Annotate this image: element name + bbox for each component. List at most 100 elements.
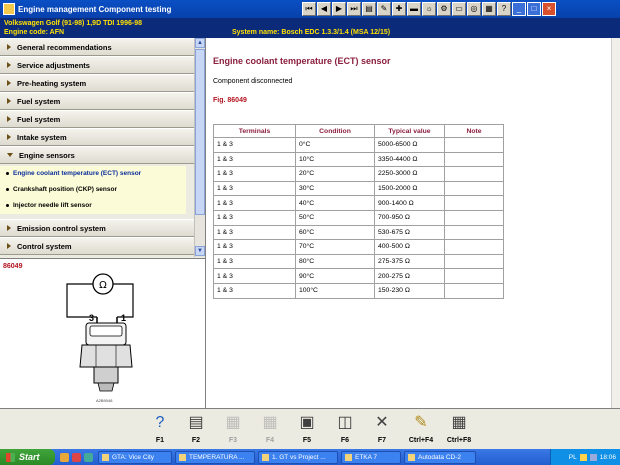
pin-3-label: 3 <box>89 313 94 323</box>
last-icon[interactable]: ⏭ <box>347 2 361 16</box>
scroll-down-icon[interactable]: ▼ <box>195 246 205 256</box>
collapsed-arrow-icon <box>7 134 11 140</box>
cell-condition: 20°C <box>295 166 375 182</box>
table-row: 1 & 3 90°C 200-275 Ω <box>213 268 504 284</box>
book-icon[interactable]: ▤ <box>362 2 376 16</box>
fkey-f7-button[interactable]: ✕ F7 <box>364 411 400 449</box>
fkey-f4-button[interactable]: ▦ F4 <box>252 411 288 449</box>
navigation-scrollbar[interactable]: ▲ ▼ <box>194 38 205 257</box>
system-tray: PL 18:06 <box>550 449 620 465</box>
submenu-item[interactable]: Injector needle lift sensor <box>6 202 92 209</box>
menu-item-emission-control-system[interactable]: Emission control system <box>0 219 194 237</box>
windows-logo-icon <box>6 452 15 462</box>
desktop-icon[interactable] <box>84 452 93 462</box>
menu-item-intake-system[interactable]: Intake system <box>0 128 194 146</box>
content-scrollbar[interactable] <box>611 38 620 408</box>
first-icon[interactable]: ⏮ <box>302 2 316 16</box>
submenu-item[interactable]: Engine coolant temperature (ECT) sensor <box>6 170 141 177</box>
car-icon[interactable]: ▬ <box>407 2 421 16</box>
taskbar-button[interactable]: TEMPERATURA ... <box>175 450 255 464</box>
fkey-ctrl-f8-button[interactable]: ▦ Ctrl+F8 <box>441 411 477 449</box>
fkey-f5-button[interactable]: ▣ F5 <box>289 411 325 449</box>
top-toolbar: ⏮ ◀ ▶ ⏭ ▤ ✎ ✚ ▬ ☼ ⚙ ▭ ◎ ▦? _ □ × <box>302 2 556 16</box>
menu-item-pre-heating-system[interactable]: Pre-heating system <box>0 74 194 92</box>
language-indicator[interactable]: PL <box>569 454 577 461</box>
title-bar: Engine management Component testing ⏮ ◀ ▶ ⏭… <box>0 0 620 18</box>
battery-icon[interactable]: ▭ <box>452 2 466 16</box>
taskbar-button[interactable]: 1. GT vs Project ... <box>258 450 338 464</box>
start-button[interactable]: Start <box>0 449 55 465</box>
collapsed-arrow-icon <box>7 225 11 231</box>
tyre-icon[interactable]: ◎ <box>467 2 481 16</box>
cell-typical-value: 900-1400 Ω <box>374 195 445 211</box>
engine-sensors-submenu: Engine coolant temperature (ECT) sensor C… <box>0 166 186 214</box>
menu-item-control-system[interactable]: Control system <box>0 237 194 255</box>
menu-item-fuel-system[interactable]: Fuel system <box>0 92 194 110</box>
maximize-button[interactable]: □ <box>527 2 541 16</box>
help-icon[interactable]: ? <box>497 2 511 16</box>
collapsed-arrow-icon <box>7 62 11 68</box>
menu-item-label: Control system <box>17 241 72 251</box>
menu-item-service-adjustments[interactable]: Service adjustments <box>0 56 194 74</box>
bulb-icon[interactable]: ☼ <box>422 2 436 16</box>
diagram-icon: ▦ <box>225 414 241 431</box>
media-icon[interactable] <box>72 452 81 462</box>
table-row: 1 & 3 60°C 530-675 Ω <box>213 224 504 241</box>
figure-ref: A2B9048 <box>96 398 113 403</box>
cell-condition: 60°C <box>295 224 375 241</box>
sensor-probe <box>93 366 119 384</box>
app-icon <box>102 453 109 461</box>
cell-typical-value: 2250-3000 Ω <box>374 166 445 182</box>
cell-note <box>444 239 504 255</box>
fkey-f6-button[interactable]: ◫ F6 <box>327 411 363 449</box>
cell-terminals: 1 & 3 <box>213 166 296 182</box>
menu-item-fuel-system[interactable]: Fuel system <box>0 110 194 128</box>
expanded-arrow-icon <box>7 153 13 157</box>
browser-icon[interactable] <box>60 452 69 462</box>
chart-icon[interactable]: ▦ <box>482 2 496 16</box>
component-status: Component disconnected <box>213 78 293 85</box>
bullet-icon <box>6 204 9 207</box>
cell-condition: 100°C <box>295 282 375 299</box>
collapsed-arrow-icon <box>7 98 11 104</box>
scroll-thumb[interactable] <box>195 49 205 215</box>
fkey-label: F3 <box>228 437 238 444</box>
taskbar-button[interactable]: ETKA 7 <box>341 450 401 464</box>
cell-typical-value: 1500-2000 Ω <box>374 180 445 197</box>
submenu-item[interactable]: Crankshaft position (CKP) sensor <box>6 186 117 193</box>
close-button[interactable]: × <box>542 2 556 16</box>
fkey-f3-button[interactable]: ▦ F3 <box>215 411 251 449</box>
table-row: 1 & 3 30°C 1500-2000 Ω <box>213 180 504 197</box>
fkey-label: F4 <box>265 437 275 444</box>
prev-icon[interactable]: ◀ <box>317 2 331 16</box>
document-icon: ▣ <box>299 414 315 431</box>
pin-icon[interactable]: ✚ <box>392 2 406 16</box>
scroll-up-icon[interactable]: ▲ <box>195 38 205 48</box>
app-icon <box>179 453 186 461</box>
cell-condition: 10°C <box>295 151 375 168</box>
cell-note <box>444 180 504 197</box>
cell-condition: 90°C <box>295 268 375 284</box>
cell-condition: 80°C <box>295 253 375 270</box>
menu-item-general-recommendations[interactable]: General recommendations <box>0 38 194 56</box>
volume-icon[interactable] <box>589 453 597 461</box>
fkey-ctrl-f4-button[interactable]: ✎ Ctrl+F4 <box>403 411 439 449</box>
taskbar-button-label: ETKA 7 <box>355 453 378 461</box>
menu-item-label: Pre-heating system <box>17 78 87 88</box>
sensor-body <box>79 344 133 368</box>
cell-note <box>444 268 504 284</box>
menu-item-engine-sensors[interactable]: Engine sensors <box>0 146 194 164</box>
tools-icon: ✕ <box>375 414 389 431</box>
fkey-f2-button[interactable]: ▤ F2 <box>178 411 214 449</box>
cell-condition: 30°C <box>295 180 375 197</box>
next-icon[interactable]: ▶ <box>332 2 346 16</box>
fkey-f1-button[interactable]: ? F1 <box>142 411 178 449</box>
minimize-button[interactable]: _ <box>512 2 526 16</box>
figure-reference-link[interactable]: Fig. 86049 <box>213 97 247 104</box>
gear-icon[interactable]: ⚙ <box>437 2 451 16</box>
network-icon[interactable] <box>579 453 587 461</box>
taskbar-button[interactable]: Autodata CD-2 <box>404 450 476 464</box>
taskbar-button[interactable]: GTA: Vice City <box>98 450 172 464</box>
cell-terminals: 1 & 3 <box>213 282 296 299</box>
edit-icon[interactable]: ✎ <box>377 2 391 16</box>
